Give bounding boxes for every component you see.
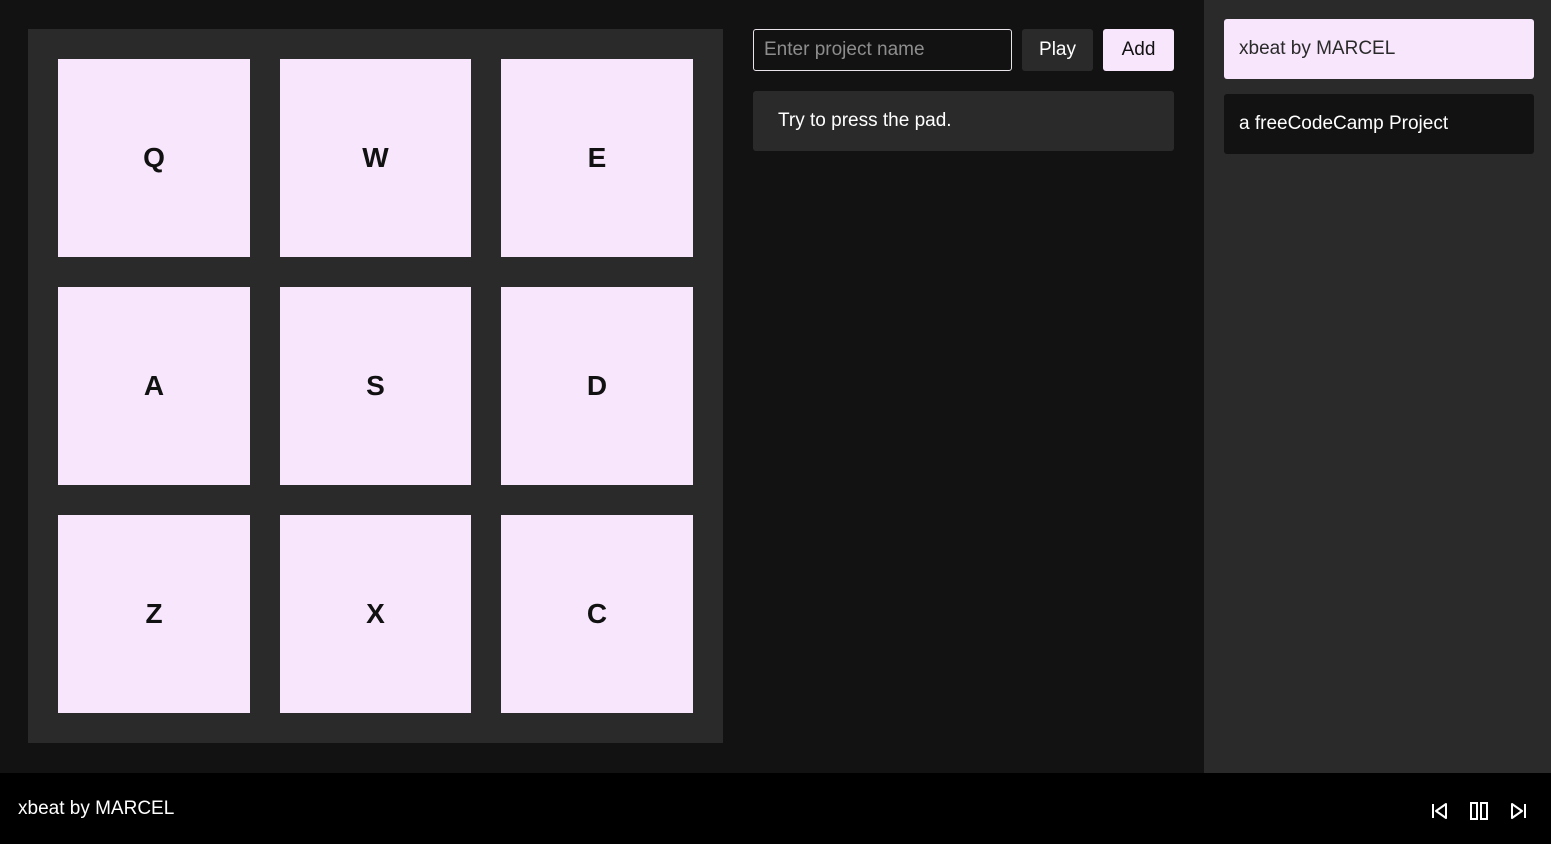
player-footer: xbeat by MARCEL	[0, 773, 1551, 844]
status-message: Try to press the pad.	[753, 91, 1174, 151]
skip-next-icon[interactable]	[1508, 800, 1530, 822]
status-message-text: Try to press the pad.	[778, 110, 952, 131]
drum-pad-c[interactable]: C	[501, 515, 693, 713]
sidebar-item-freecodecamp[interactable]: a freeCodeCamp Project	[1224, 94, 1534, 154]
add-button[interactable]: Add	[1103, 29, 1174, 71]
drum-pad-e[interactable]: E	[501, 59, 693, 257]
drum-pad-grid: Q W E A S D Z X C	[28, 29, 723, 743]
pause-icon[interactable]	[1468, 800, 1490, 822]
sidebar-item-label: a freeCodeCamp Project	[1239, 113, 1449, 134]
drum-pad-s[interactable]: S	[280, 287, 471, 485]
main-area: Q W E A S D Z X C Play Add Try to press …	[0, 0, 1204, 773]
play-button[interactable]: Play	[1022, 29, 1093, 71]
sidebar-item-label: xbeat by MARCEL	[1239, 38, 1396, 59]
drum-pad-w[interactable]: W	[280, 59, 471, 257]
now-playing-title: xbeat by MARCEL	[18, 797, 175, 819]
drum-pad-d[interactable]: D	[501, 287, 693, 485]
skip-previous-icon[interactable]	[1428, 800, 1450, 822]
sidebar-item-xbeat[interactable]: xbeat by MARCEL	[1224, 19, 1534, 79]
drum-pad-x[interactable]: X	[280, 515, 471, 713]
project-sidebar: xbeat by MARCEL a freeCodeCamp Project	[1204, 0, 1551, 773]
project-name-input[interactable]	[753, 29, 1012, 71]
drum-pad-q[interactable]: Q	[58, 59, 250, 257]
drum-pad-a[interactable]: A	[58, 287, 250, 485]
drum-pad-z[interactable]: Z	[58, 515, 250, 713]
